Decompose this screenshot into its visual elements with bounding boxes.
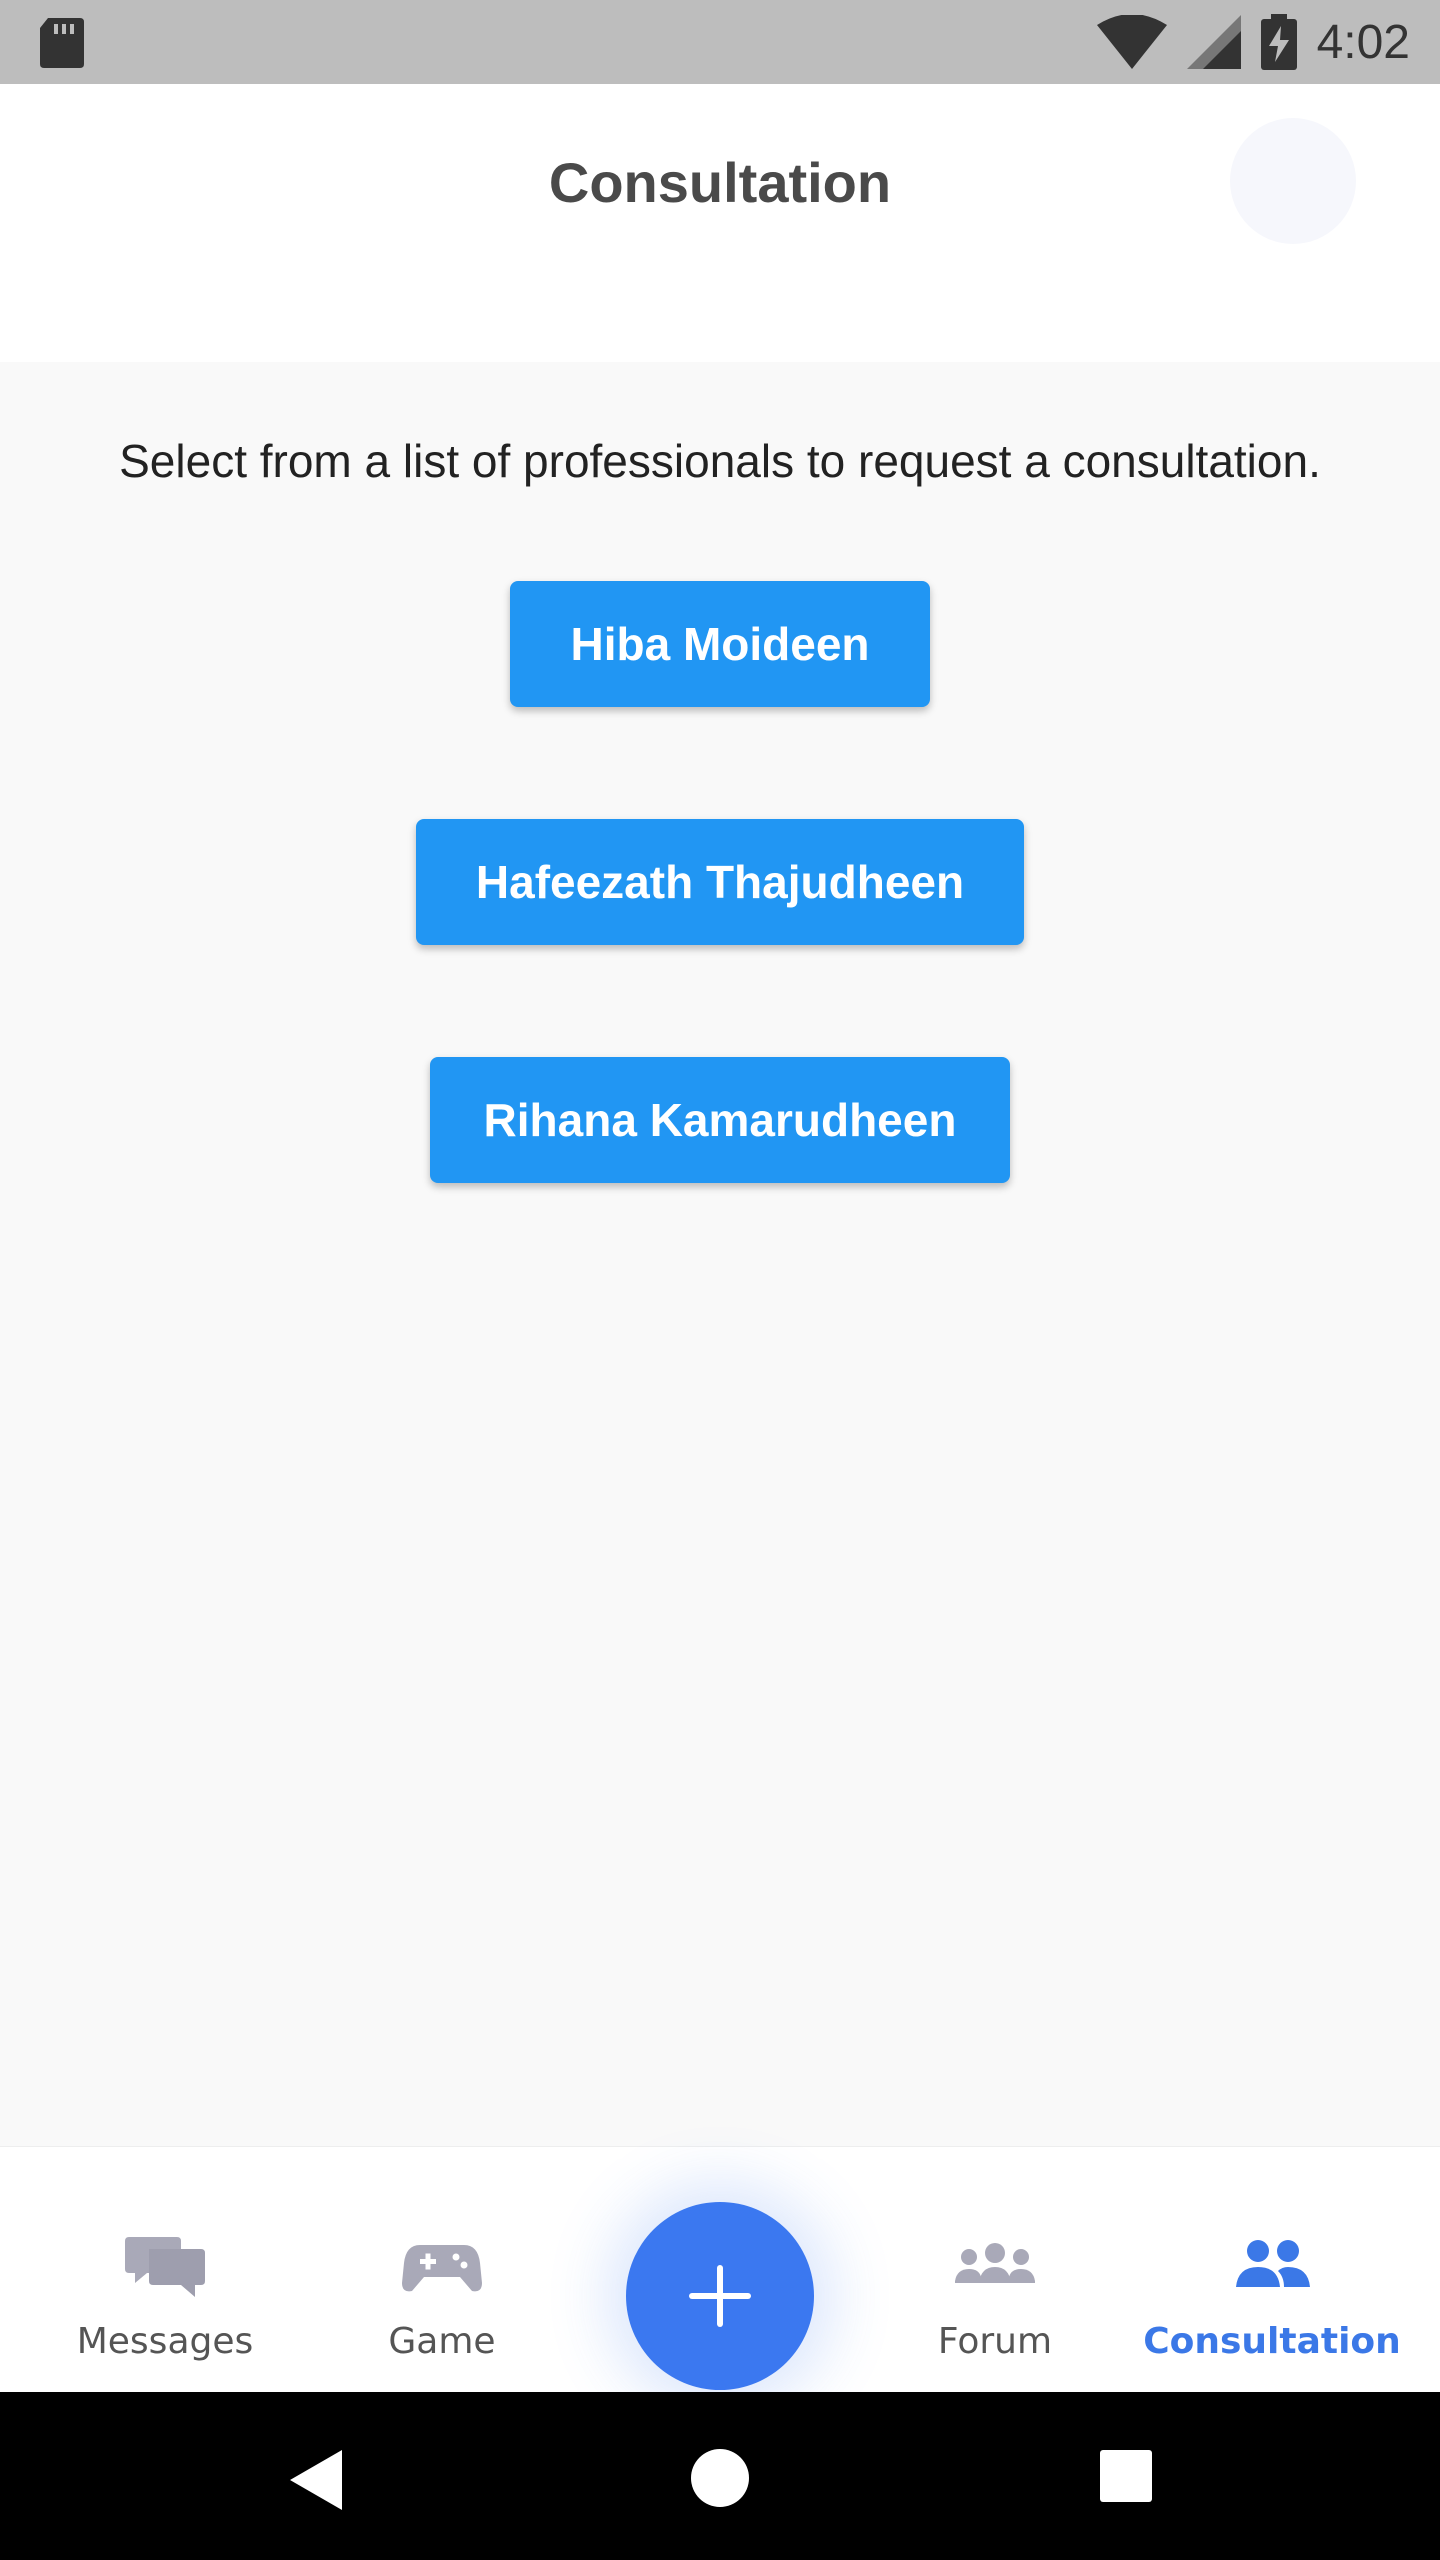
nav-label-game: Game	[388, 2321, 496, 2362]
back-icon[interactable]	[290, 2450, 342, 2510]
cell-signal-icon	[1186, 15, 1241, 69]
page-title: Consultation	[548, 151, 892, 214]
chat-bubbles-icon	[125, 2237, 205, 2297]
screen: 4:02 Consultation Select from a list of …	[0, 0, 1440, 2560]
instruction-text: Select from a list of professionals to r…	[119, 435, 1321, 487]
wifi-icon	[1096, 15, 1167, 69]
nav-label-forum: Forum	[937, 2321, 1053, 2362]
nav-label-messages: Messages	[76, 2321, 254, 2362]
sd-card-icon	[40, 18, 84, 68]
people-icon	[1236, 2240, 1310, 2287]
nav-item-forum[interactable]: Forum	[870, 2146, 1120, 2392]
app-bar	[0, 84, 1440, 362]
gamepad-icon	[402, 2245, 482, 2292]
plus-icon	[689, 2265, 751, 2327]
status-icons: 4:02	[1096, 0, 1410, 84]
battery-charging-icon	[1260, 14, 1297, 70]
nav-label-consultation: Consultation	[1143, 2321, 1401, 2362]
recents-icon[interactable]	[1100, 2450, 1152, 2502]
professional-button-hiba-moideen[interactable]: Hiba Moideen	[510, 581, 930, 707]
nav-item-game[interactable]: Game	[317, 2146, 567, 2392]
add-button[interactable]	[626, 2202, 814, 2390]
avatar[interactable]	[1230, 118, 1356, 244]
group-icon	[955, 2243, 1035, 2283]
professional-button-hafeezath-thajudheen[interactable]: Hafeezath Thajudheen	[416, 819, 1024, 945]
nav-item-messages[interactable]: Messages	[40, 2146, 290, 2392]
status-bar: 4:02	[0, 0, 1440, 84]
status-time: 4:02	[1316, 15, 1410, 69]
home-icon[interactable]	[690, 2448, 750, 2508]
nav-item-consultation[interactable]: Consultation	[1143, 2146, 1401, 2392]
professional-button-rihana-kamarudheen[interactable]: Rihana Kamarudheen	[430, 1057, 1010, 1183]
